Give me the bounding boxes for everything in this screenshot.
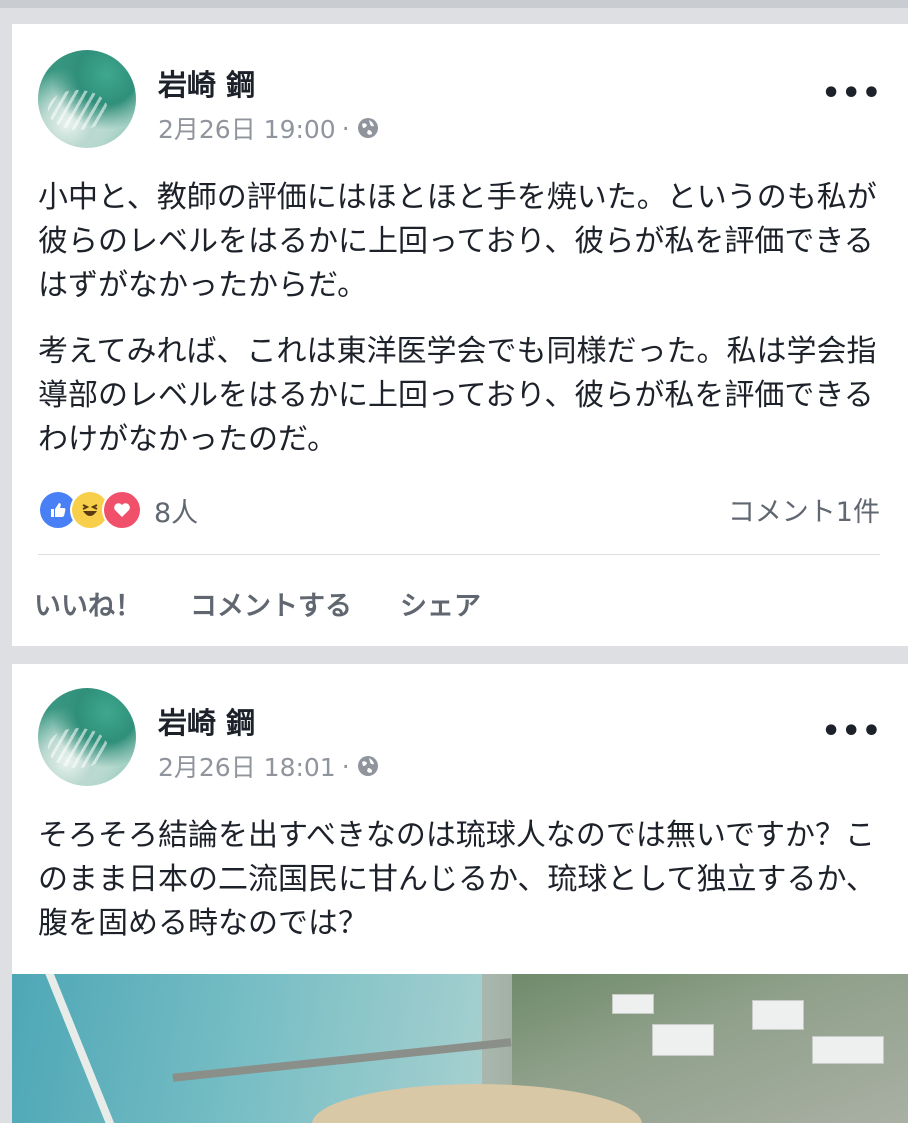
comment-count-link[interactable]: コメント1件 (728, 490, 880, 529)
meta-separator: · (341, 751, 350, 781)
author-avatar[interactable] (38, 50, 136, 148)
love-reaction-icon (102, 490, 142, 530)
post-meta: 2月26日 18:01 · (158, 748, 380, 784)
author-name[interactable]: 岩崎 鋼 (158, 62, 255, 104)
photo-building (652, 1024, 714, 1056)
comment-button[interactable]: コメントする (190, 584, 352, 623)
post-actions: いいね！ コメントする シェア (34, 584, 481, 623)
post-timestamp[interactable]: 2月26日 18:01 (158, 748, 336, 784)
share-button[interactable]: シェア (400, 584, 481, 623)
photo-building (752, 1000, 804, 1030)
author-avatar[interactable] (38, 688, 136, 786)
post-text-paragraph: そろそろ結論を出すべきなのは琉球人なのでは無いですか？このまま日本の二流国民に甘… (38, 818, 876, 941)
post-options-button[interactable]: ••• (821, 76, 882, 111)
post-card: 岩崎 鋼 2月26日 18:01 · ••• そろそろ結論を出すべきなのは琉球人… (12, 664, 908, 1123)
post-card: 岩崎 鋼 2月26日 19:00 · ••• 小中と、教師の評価にはほとほと手を… (12, 24, 908, 646)
reaction-count: 8人 (154, 497, 199, 529)
author-name[interactable]: 岩崎 鋼 (158, 700, 255, 742)
feed-top-separator (0, 0, 908, 8)
globe-icon (357, 118, 378, 138)
post-options-button[interactable]: ••• (821, 714, 882, 749)
post-photo[interactable] (12, 974, 908, 1123)
post-timestamp[interactable]: 2月26日 19:00 (158, 110, 336, 146)
globe-icon (357, 756, 378, 776)
meta-separator: · (341, 113, 350, 143)
post-text-paragraph: 考えてみれば、これは東洋医学会でも同様だった。私は学会指導部のレベルをはるかに上… (38, 334, 877, 457)
photo-building (812, 1036, 884, 1064)
photo-building (612, 994, 654, 1014)
post-text-paragraph: 小中と、教師の評価にはほとほと手を焼いた。というのも私が彼らのレベルをはるかに上… (38, 180, 877, 303)
like-button[interactable]: いいね！ (34, 584, 142, 623)
post-meta: 2月26日 19:00 · (158, 110, 380, 146)
reactions-summary[interactable]: 8人 (38, 490, 198, 530)
action-divider (38, 554, 880, 555)
